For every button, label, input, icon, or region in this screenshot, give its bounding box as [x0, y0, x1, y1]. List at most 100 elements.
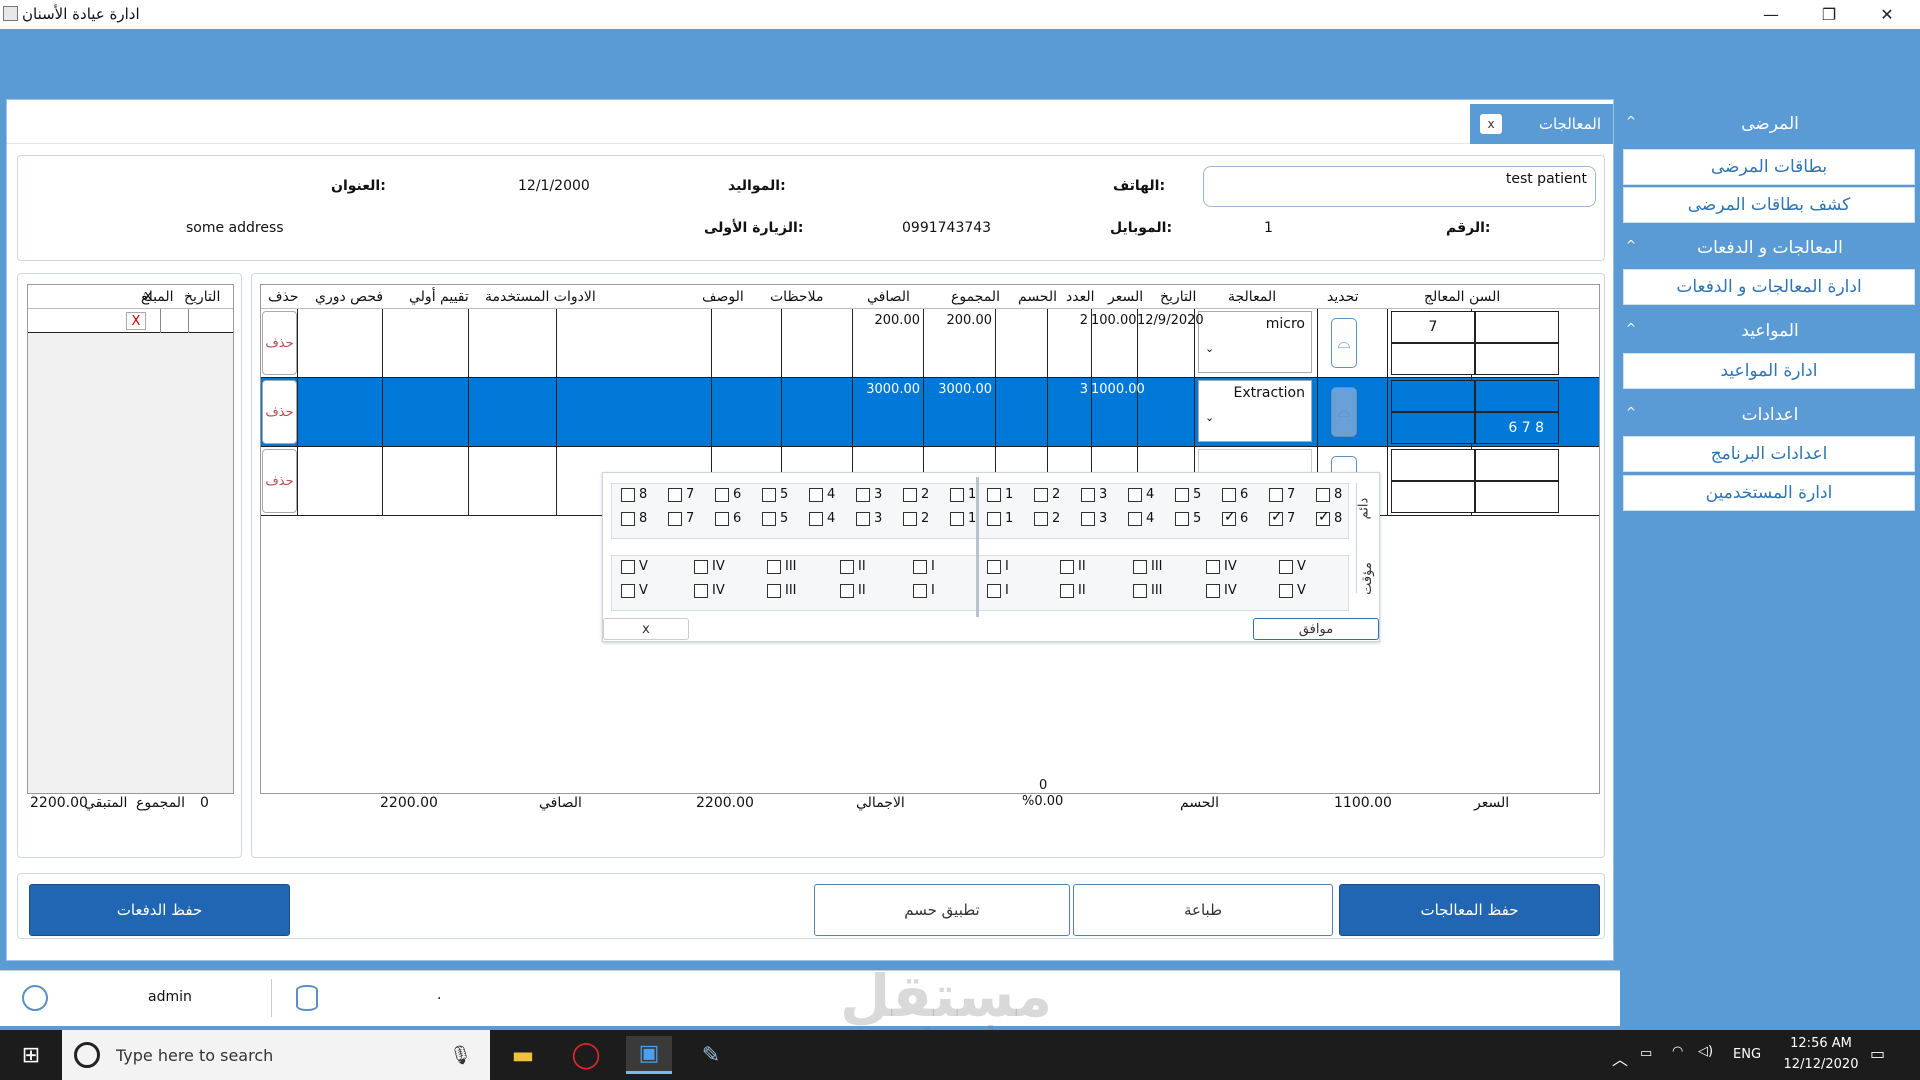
tooth-checkbox-temp-left-row2-IV[interactable]: IV: [1206, 583, 1237, 598]
checkbox-icon[interactable]: [715, 487, 729, 502]
tooth-checkbox-perm-right-row2-6[interactable]: 6: [715, 511, 741, 526]
tooth-field-a[interactable]: [1391, 380, 1475, 412]
tooth-ok-button[interactable]: موافق: [1253, 618, 1379, 640]
tooth-field-c[interactable]: [1391, 481, 1475, 513]
checkbox-icon[interactable]: [987, 559, 1001, 574]
tooth-checkbox-perm-left-row1-6[interactable]: 6: [1222, 487, 1248, 502]
checkbox-icon[interactable]: [913, 559, 927, 574]
checkbox-icon[interactable]: [1060, 559, 1074, 574]
tooth-checkbox-perm-right-row2-1[interactable]: 1: [950, 511, 976, 526]
checkbox-icon[interactable]: [856, 487, 870, 502]
tooth-field-b-top[interactable]: [1475, 449, 1559, 481]
checkbox-icon[interactable]: [621, 487, 635, 502]
tooth-checkbox-perm-left-row2-3[interactable]: 3: [1081, 511, 1107, 526]
tooth-checkbox-perm-left-row2-2[interactable]: 2: [1034, 511, 1060, 526]
table-row[interactable]: 7 ⌓ micro ⌄ 12/9/2020 100.00 2 200.00 200.00 حذف: [261, 309, 1599, 378]
tooth-checkbox-temp-right-row1-IV[interactable]: IV: [694, 559, 725, 574]
checkbox-icon[interactable]: [913, 583, 927, 598]
payment-delete-button[interactable]: X: [126, 312, 146, 330]
checkbox-icon[interactable]: [840, 559, 854, 574]
tray-chevron-icon[interactable]: ︿: [1612, 1046, 1628, 1070]
checkbox-icon[interactable]: [1128, 487, 1142, 502]
tooth-field-b[interactable]: 6 7 8: [1475, 412, 1559, 444]
checkbox-icon[interactable]: [1206, 559, 1220, 574]
checkbox-icon[interactable]: [809, 511, 823, 526]
checkbox-icon[interactable]: [715, 511, 729, 526]
checkbox-icon[interactable]: [668, 511, 682, 526]
patient-name-field[interactable]: test patient: [1203, 166, 1596, 207]
tooth-checkbox-temp-left-row2-II[interactable]: II: [1060, 583, 1086, 598]
checkbox-icon[interactable]: [1175, 511, 1189, 526]
checkbox-icon[interactable]: [1316, 487, 1330, 502]
row-delete-button[interactable]: حذف: [262, 311, 297, 375]
tooth-checkbox-perm-right-row1-8[interactable]: 8: [621, 487, 647, 502]
tooth-checkbox-perm-right-row1-7[interactable]: 7: [668, 487, 694, 502]
tooth-checkbox-perm-right-row2-8[interactable]: 8: [621, 511, 647, 526]
temporary-tab[interactable]: مؤقت: [1360, 562, 1375, 595]
tooth-checkbox-temp-right-row2-II[interactable]: II: [840, 583, 866, 598]
tooth-select-icon[interactable]: ⌓: [1331, 318, 1357, 368]
checkbox-icon[interactable]: [809, 487, 823, 502]
checkbox-icon[interactable]: [1269, 487, 1283, 502]
tooth-checkbox-temp-right-row1-II[interactable]: II: [840, 559, 866, 574]
treatment-combobox[interactable]: Extraction ⌄: [1198, 380, 1312, 442]
total-cell[interactable]: 200.00: [923, 313, 994, 328]
windows-start-icon[interactable]: ⊞: [8, 1036, 54, 1074]
tab-close-button[interactable]: x: [1480, 114, 1502, 134]
sidebar-section-patients[interactable]: ^ المرضى: [1620, 104, 1920, 144]
checkbox-icon[interactable]: [1081, 487, 1095, 502]
tooth-field-b-top[interactable]: [1475, 311, 1559, 343]
tooth-checkbox-temp-left-row1-IV[interactable]: IV: [1206, 559, 1237, 574]
sidebar-item-patient-cards-report[interactable]: كشف بطاقات المرضى: [1623, 187, 1915, 223]
taskbar-search[interactable]: Type here to search 🎙: [62, 1030, 490, 1080]
tooth-checkbox-perm-left-row1-4[interactable]: 4: [1128, 487, 1154, 502]
microphone-icon[interactable]: 🎙: [449, 1045, 472, 1066]
checkbox-icon[interactable]: [1034, 487, 1048, 502]
paint-icon[interactable]: ✎: [688, 1036, 734, 1074]
total-cell[interactable]: 3000.00: [923, 382, 994, 397]
tooth-checkbox-perm-right-row2-4[interactable]: 4: [809, 511, 835, 526]
checkbox-icon[interactable]: [694, 559, 708, 574]
tooth-field-b[interactable]: [1475, 481, 1559, 513]
volume-icon[interactable]: ◁): [1698, 1044, 1713, 1059]
tooth-checkbox-temp-right-row1-V[interactable]: V: [621, 559, 648, 574]
tooth-field-b[interactable]: [1475, 343, 1559, 375]
clock-time[interactable]: 12:56 AM: [1781, 1036, 1861, 1051]
checkbox-icon[interactable]: [987, 487, 1001, 502]
close-window-button[interactable]: ✕: [1858, 0, 1916, 29]
tooth-checkbox-perm-left-row1-7[interactable]: 7: [1269, 487, 1295, 502]
checkbox-icon[interactable]: [950, 511, 964, 526]
checkbox-icon[interactable]: [1034, 511, 1048, 526]
tooth-checkbox-perm-left-row1-8[interactable]: 8: [1316, 487, 1342, 502]
checkbox-icon[interactable]: [903, 511, 917, 526]
checkbox-icon[interactable]: [1316, 509, 1330, 526]
tab-treatments[interactable]: x المعالجات: [1470, 104, 1613, 144]
tooth-field-b-top[interactable]: [1475, 380, 1559, 412]
notifications-icon[interactable]: ▭: [1870, 1044, 1885, 1063]
tooth-checkbox-temp-left-row1-V[interactable]: V: [1279, 559, 1306, 574]
checkbox-icon[interactable]: [1175, 487, 1189, 502]
tooth-checkbox-temp-right-row2-I[interactable]: I: [913, 583, 935, 598]
count-cell[interactable]: 3: [1047, 382, 1090, 397]
checkbox-icon[interactable]: [621, 511, 635, 526]
checkbox-icon[interactable]: [856, 511, 870, 526]
tooth-checkbox-perm-left-row2-1[interactable]: 1: [987, 511, 1013, 526]
payment-row[interactable]: X: [28, 309, 233, 333]
tooth-checkbox-temp-right-row1-III[interactable]: III: [767, 559, 797, 574]
tooth-checkbox-temp-left-row1-II[interactable]: II: [1060, 559, 1086, 574]
tooth-checkbox-perm-right-row2-7[interactable]: 7: [668, 511, 694, 526]
checkbox-icon[interactable]: [1133, 559, 1147, 574]
tooth-cancel-button[interactable]: x: [603, 618, 689, 640]
tooth-select-icon[interactable]: ⌓: [1331, 387, 1357, 437]
sidebar-section-appointments[interactable]: ^ المواعيد: [1620, 311, 1920, 351]
checkbox-icon[interactable]: [621, 583, 635, 598]
net-cell[interactable]: 3000.00: [852, 382, 922, 397]
clock-date[interactable]: 12/12/2020: [1781, 1057, 1861, 1072]
tooth-field-c[interactable]: [1391, 343, 1475, 375]
checkbox-icon[interactable]: [950, 487, 964, 502]
checkbox-icon[interactable]: [767, 583, 781, 598]
tooth-checkbox-temp-right-row2-III[interactable]: III: [767, 583, 797, 598]
tooth-checkbox-perm-right-row1-4[interactable]: 4: [809, 487, 835, 502]
checkbox-icon[interactable]: [1279, 583, 1293, 598]
battery-icon[interactable]: ▭: [1640, 1046, 1652, 1061]
